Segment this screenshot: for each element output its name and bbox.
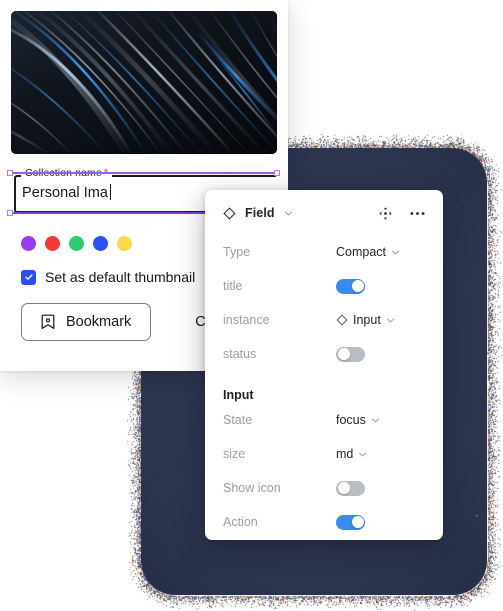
color-swatch-red[interactable] [45,236,60,251]
property-toggle-show-icon[interactable] [336,481,365,496]
collection-name-legend: Collection name * [21,167,112,179]
collection-name-legend-text: Collection name [25,167,102,179]
chevron-down-icon [371,416,380,425]
color-swatch-blue[interactable] [93,236,108,251]
field-panel-title-group[interactable]: Field [223,206,293,220]
chevron-down-icon [391,248,400,257]
property-row-size: size md [223,438,425,470]
bookmark-icon [41,314,55,330]
chevron-down-icon [386,316,395,325]
property-row-show-icon: Show icon [223,472,425,504]
toggle-knob [352,516,364,528]
section-title-input: Input [223,388,425,402]
property-row-title: title [223,270,425,302]
color-swatch-purple[interactable] [21,236,36,251]
property-control-instance[interactable]: Input [336,313,395,327]
property-value-instance: Input [353,313,381,327]
move-icon[interactable] [379,207,392,220]
chevron-down-icon[interactable] [284,209,293,218]
default-thumbnail-label: Set as default thumbnail [45,269,195,285]
collection-name-input-value[interactable]: Personal Ima [22,184,111,201]
toggle-knob [352,280,364,292]
property-row-type: Type Compact [223,236,425,268]
collection-preview-image [11,11,277,154]
bookmark-button[interactable]: Bookmark [21,303,151,341]
selection-handle-bottom-left[interactable] [7,210,13,216]
property-label-status: status [223,347,336,361]
property-row-state: State focus [223,404,425,436]
property-value-type: Compact [336,245,386,259]
default-thumbnail-checkbox[interactable] [21,270,36,285]
property-control-type[interactable]: Compact [336,245,400,259]
chevron-down-icon [358,450,367,459]
property-control-size[interactable]: md [336,447,367,461]
toggle-knob [338,482,350,494]
property-value-state: focus [336,413,366,427]
property-control-state[interactable]: focus [336,413,380,427]
property-row-instance: instance Input [223,304,425,336]
property-toggle-action[interactable] [336,515,365,530]
more-options-icon[interactable] [410,211,425,216]
text-cursor [110,184,111,200]
property-toggle-title[interactable] [336,279,365,294]
property-label-state: State [223,413,336,427]
property-row-status: status [223,338,425,370]
property-toggle-status[interactable] [336,347,365,362]
property-label-type: Type [223,245,336,259]
check-icon [24,272,34,282]
field-panel-title: Field [245,206,275,220]
property-label-action: Action [223,515,336,529]
bookmark-button-label: Bookmark [66,314,131,330]
selection-handle-top-left[interactable] [7,170,13,176]
property-label-title: title [223,279,336,293]
property-label-size: size [223,447,336,461]
property-row-action: Action [223,506,425,538]
property-label-instance: instance [223,313,336,327]
diamond-icon [223,207,236,220]
color-swatch-yellow[interactable] [117,236,132,251]
collection-name-text: Personal Ima [22,185,108,201]
required-asterisk: * [104,167,108,179]
property-label-show-icon: Show icon [223,481,336,495]
toggle-knob [338,348,350,360]
property-value-size: md [336,447,353,461]
field-properties-panel: Field Type Compact title instance Input … [205,190,443,540]
diamond-icon [336,314,348,326]
color-swatch-green[interactable] [69,236,84,251]
field-panel-header: Field [223,192,425,234]
